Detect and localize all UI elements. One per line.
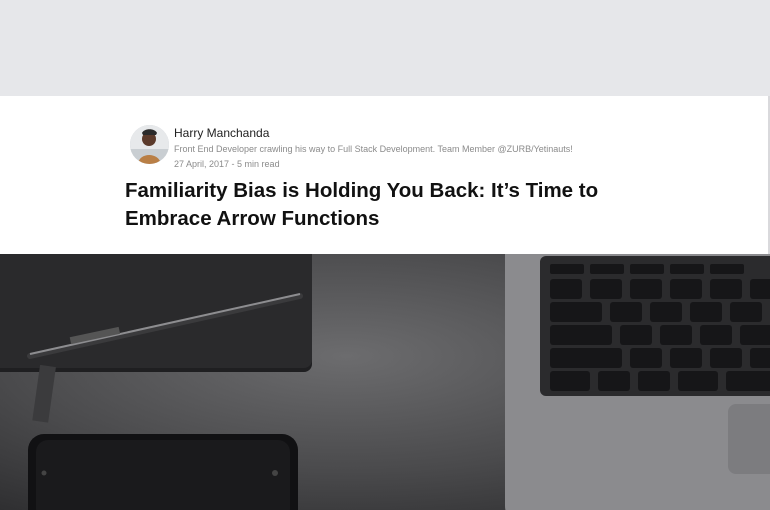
hero-image: [0, 254, 770, 510]
author-avatar[interactable]: [130, 125, 169, 164]
meta-separator: -: [229, 159, 238, 169]
hero-photo: [0, 254, 770, 510]
post-meta: 27 April, 2017 - 5 min read: [174, 158, 694, 170]
author-name[interactable]: Harry Manchanda: [174, 126, 694, 140]
article-title: Familiarity Bias is Holding You Back: It…: [125, 179, 599, 230]
top-band: [0, 0, 770, 96]
author-block: Harry Manchanda Front End Developer craw…: [174, 126, 694, 170]
author-bio: Front End Developer crawling his way to …: [174, 144, 573, 154]
read-time: 5 min read: [237, 159, 280, 169]
post-date: 27 April, 2017: [174, 159, 230, 169]
avatar-image: [130, 125, 169, 164]
